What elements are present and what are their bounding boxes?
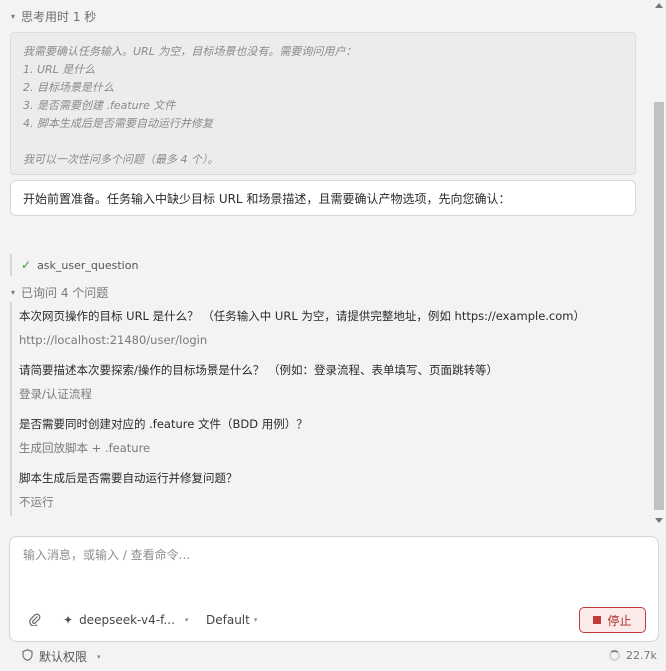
question-item: 脚本生成后是否需要自动运行并修复问题？ 不运行 <box>19 468 610 512</box>
stop-icon <box>593 616 602 624</box>
answer-text: 不运行 <box>19 495 54 509</box>
model-name: deepseek-v4-f... <box>79 613 175 627</box>
permission-label: 默认权限 <box>39 650 88 664</box>
question-item: 请简要描述本次要探索/操作的目标场景是什么？ （例如：登录流程、表单填写、页面跳… <box>19 360 610 404</box>
stop-button[interactable]: 停止 <box>579 607 646 633</box>
stop-button-label: 停止 <box>607 613 632 628</box>
assistant-message: 开始前置准备。任务输入中缺少目标 URL 和场景描述，且需要确认产物选项，先向您… <box>10 180 636 216</box>
thinking-line: 我需要确认任务输入。URL 为空，目标场景也没有。需要询问用户： <box>23 45 357 58</box>
thinking-line: 3. 是否需要创建 .feature 文件 <box>23 99 176 112</box>
questions-list: 本次网页操作的目标 URL 是什么？ （任务输入中 URL 为空，请提供完整地址… <box>10 302 610 516</box>
chevron-down-icon: ▾ <box>97 652 101 661</box>
asked-questions-toggle[interactable]: ▾ 已询问 4 个问题 <box>11 284 108 301</box>
answer-text: http://localhost:21480/user/login <box>19 333 208 347</box>
question-item: 本次网页操作的目标 URL 是什么？ （任务输入中 URL 为空，请提供完整地址… <box>19 306 610 350</box>
conversation-scroll-area[interactable]: ▾ 思考用时 1 秒 我需要确认任务输入。URL 为空，目标场景也没有。需要询问… <box>0 0 652 526</box>
message-composer[interactable]: 输入消息，或输入 / 查看命令... ✦ deepseek-v4-f... ▾ … <box>9 536 659 642</box>
asked-header-label: 已询问 4 个问题 <box>21 286 109 300</box>
loading-spinner-icon <box>609 650 620 661</box>
assistant-message-text: 开始前置准备。任务输入中缺少目标 URL 和场景描述，且需要确认产物选项，先向您… <box>23 191 511 206</box>
permission-selector[interactable]: 默认权限 ▾ <box>22 648 101 665</box>
question-text: 请简要描述本次要探索/操作的目标场景是什么？ （例如：登录流程、表单填写、页面跳… <box>19 363 499 377</box>
shield-icon <box>22 649 33 664</box>
answer-text: 登录/认证流程 <box>19 387 92 401</box>
scrollbar-thumb[interactable] <box>654 102 664 510</box>
question-item: 是否需要同时创建对应的 .feature 文件（BDD 用例）？ 生成回放脚本 … <box>19 414 610 458</box>
tool-call-row[interactable]: ✓ ask_user_question <box>10 254 138 276</box>
question-text: 脚本生成后是否需要自动运行并修复问题？ <box>19 471 238 485</box>
model-selector[interactable]: ✦ deepseek-v4-f... ▾ <box>63 613 188 627</box>
chevron-down-icon: ▾ <box>11 288 16 297</box>
chevron-down-icon: ▾ <box>11 12 16 21</box>
tool-call-name: ask_user_question <box>37 258 139 272</box>
answer-text: 生成回放脚本 + .feature <box>19 441 151 455</box>
question-text: 是否需要同时创建对应的 .feature 文件（BDD 用例）？ <box>19 417 308 431</box>
vertical-scrollbar[interactable] <box>652 0 666 526</box>
scroll-down-icon[interactable] <box>655 518 663 523</box>
mode-selector[interactable]: Default ▾ <box>206 613 257 627</box>
scroll-up-icon[interactable] <box>655 3 663 8</box>
chevron-down-icon: ▾ <box>253 616 258 624</box>
thinking-content: 我需要确认任务输入。URL 为空，目标场景也没有。需要询问用户： 1. URL … <box>10 32 636 175</box>
check-icon: ✓ <box>21 258 32 272</box>
mode-name: Default <box>206 613 250 627</box>
thinking-line: 2. 目标场景是什么 <box>23 81 114 94</box>
chevron-down-icon: ▾ <box>184 616 189 624</box>
thinking-final-line: 我可以一次性问多个问题（最多 4 个）。 <box>23 153 219 166</box>
thinking-line: 4. 脚本生成后是否需要自动运行并修复 <box>23 117 213 130</box>
attach-icon[interactable] <box>28 612 42 630</box>
token-usage: 22.7k <box>609 649 657 662</box>
sparkle-icon: ✦ <box>63 613 74 627</box>
thinking-line: 1. URL 是什么 <box>23 63 96 76</box>
thinking-toggle[interactable]: ▾ 思考用时 1 秒 <box>11 8 96 25</box>
message-input[interactable]: 输入消息，或输入 / 查看命令... <box>23 546 190 563</box>
question-text: 本次网页操作的目标 URL 是什么？ （任务输入中 URL 为空，请提供完整地址… <box>19 309 585 323</box>
token-count: 22.7k <box>626 649 657 662</box>
thinking-header-label: 思考用时 1 秒 <box>21 10 97 24</box>
